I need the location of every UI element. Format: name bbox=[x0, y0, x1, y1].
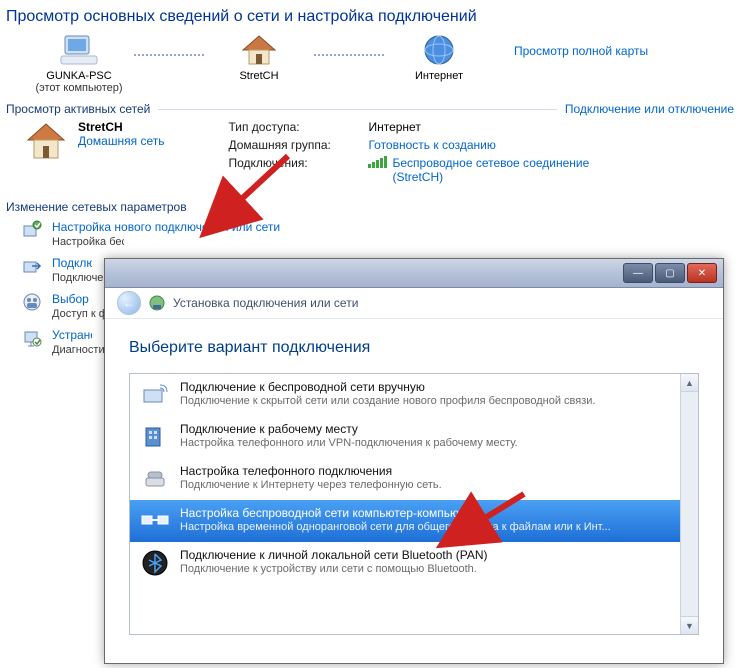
map-pc-label: GUNKA-PSC bbox=[46, 70, 111, 82]
minimize-button[interactable]: — bbox=[623, 263, 653, 283]
scrollbar[interactable]: ▲ ▼ bbox=[680, 374, 698, 634]
scroll-down-button[interactable]: ▼ bbox=[681, 616, 698, 634]
option-title: Устранение неполадок bbox=[52, 328, 92, 342]
homegroup-link[interactable]: Готовность к созданию bbox=[368, 138, 592, 152]
option-title: Выбор домашней группы и параметров общег… bbox=[52, 292, 92, 306]
map-node-router: StretCH bbox=[204, 32, 314, 82]
pc-icon bbox=[59, 32, 99, 68]
network-map: GUNKA-PSC (этот компьютер) StretCH Интер… bbox=[24, 32, 740, 94]
wizard-option-title: Подключение к рабочему месту bbox=[180, 422, 671, 436]
option-desc: Настройка беспроводного, широкополосного… bbox=[52, 236, 124, 248]
access-type-value: Интернет bbox=[368, 120, 592, 134]
wireless-manual-icon bbox=[140, 380, 170, 410]
network-type-link[interactable]: Домашняя сеть bbox=[78, 134, 164, 148]
scroll-up-button[interactable]: ▲ bbox=[681, 374, 698, 392]
option-title: Подключиться к сети bbox=[52, 256, 92, 270]
map-router-label: StretCH bbox=[239, 70, 278, 82]
wizard-options-list: Подключение к беспроводной сети вручнуюП… bbox=[129, 373, 699, 635]
homegroup-label: Домашняя группа: bbox=[228, 138, 358, 152]
wizard-option-dialup[interactable]: Настройка телефонного подключенияПодключ… bbox=[130, 458, 681, 500]
wizard-option-adhoc[interactable]: Настройка беспроводной сети компьютер-ко… bbox=[130, 500, 681, 542]
wizard-subheader: ← Установка подключения или сети bbox=[105, 288, 723, 319]
titlebar[interactable]: — ▢ ✕ bbox=[105, 259, 723, 288]
active-networks-label: Просмотр активных сетей bbox=[6, 102, 150, 116]
map-node-internet: Интернет bbox=[384, 32, 494, 82]
wizard-option-desc: Подключение к Интернету через телефонную… bbox=[180, 479, 671, 491]
homegroup-icon bbox=[22, 292, 42, 312]
wizard-heading: Выберите вариант подключения bbox=[129, 339, 699, 357]
adhoc-icon bbox=[140, 506, 170, 536]
network-name: StretCH bbox=[78, 120, 164, 134]
house-icon bbox=[239, 32, 279, 68]
connection-link[interactable]: Беспроводное сетевое соединение (StretCH… bbox=[392, 156, 592, 184]
map-internet-label: Интернет bbox=[415, 70, 463, 82]
wizard-option-workplace[interactable]: Подключение к рабочему местуНастройка те… bbox=[130, 416, 681, 458]
globe-icon bbox=[419, 32, 459, 68]
wizard-option-bluetooth[interactable]: Подключение к личной локальной сети Blue… bbox=[130, 542, 681, 584]
wizard-subheader-text: Установка подключения или сети bbox=[173, 296, 358, 310]
map-node-pc: GUNKA-PSC (этот компьютер) bbox=[24, 32, 134, 94]
option-new-connection[interactable]: Настройка нового подключения или сети Нас… bbox=[22, 220, 740, 248]
phone-icon bbox=[140, 464, 170, 494]
wizard-option-title: Настройка беспроводной сети компьютер-ко… bbox=[180, 506, 671, 520]
map-pc-sub: (этот компьютер) bbox=[35, 82, 122, 94]
change-settings-heading: Изменение сетевых параметров bbox=[6, 200, 734, 214]
house-icon bbox=[24, 120, 68, 162]
connect-icon bbox=[22, 256, 42, 276]
workplace-icon bbox=[140, 422, 170, 452]
option-title: Настройка нового подключения или сети bbox=[52, 220, 280, 234]
wizard-option-desc: Настройка временной одноранговой сети дл… bbox=[180, 521, 671, 533]
network-details-grid: Тип доступа: Интернет Домашняя группа: Г… bbox=[228, 120, 592, 184]
bluetooth-icon bbox=[140, 548, 170, 578]
active-networks-header: Просмотр активных сетей Подключение или … bbox=[6, 102, 734, 116]
signal-bars-icon bbox=[368, 156, 388, 171]
troubleshoot-icon bbox=[22, 328, 42, 348]
wizard-icon bbox=[22, 220, 42, 240]
wizard-option-desc: Подключение к устройству или сети с помо… bbox=[180, 563, 671, 575]
access-type-label: Тип доступа: bbox=[228, 120, 358, 134]
wizard-option-desc: Подключение к скрытой сети или создание … bbox=[180, 395, 671, 407]
page-title: Просмотр основных сведений о сети и наст… bbox=[6, 8, 734, 26]
full-map-link[interactable]: Просмотр полной карты bbox=[514, 44, 648, 58]
back-button[interactable]: ← bbox=[117, 291, 141, 315]
network-wizard-icon bbox=[149, 295, 165, 311]
wizard-option-title: Настройка телефонного подключения bbox=[180, 464, 671, 478]
wizard-option-manual-wireless[interactable]: Подключение к беспроводной сети вручнуюП… bbox=[130, 374, 681, 416]
connections-label: Подключения: bbox=[228, 156, 358, 184]
map-connector bbox=[314, 54, 384, 56]
connect-disconnect-link[interactable]: Подключение или отключение bbox=[565, 102, 734, 116]
wizard-dialog: — ▢ ✕ ← Установка подключения или сети В… bbox=[104, 258, 724, 664]
maximize-button[interactable]: ▢ bbox=[655, 263, 685, 283]
active-network-summary: StretCH Домашняя сеть Тип доступа: Интер… bbox=[24, 120, 740, 184]
close-button[interactable]: ✕ bbox=[687, 263, 717, 283]
wizard-option-title: Подключение к личной локальной сети Blue… bbox=[180, 548, 671, 562]
wizard-option-title: Подключение к беспроводной сети вручную bbox=[180, 380, 671, 394]
map-connector bbox=[134, 54, 204, 56]
wizard-option-desc: Настройка телефонного или VPN-подключени… bbox=[180, 437, 671, 449]
